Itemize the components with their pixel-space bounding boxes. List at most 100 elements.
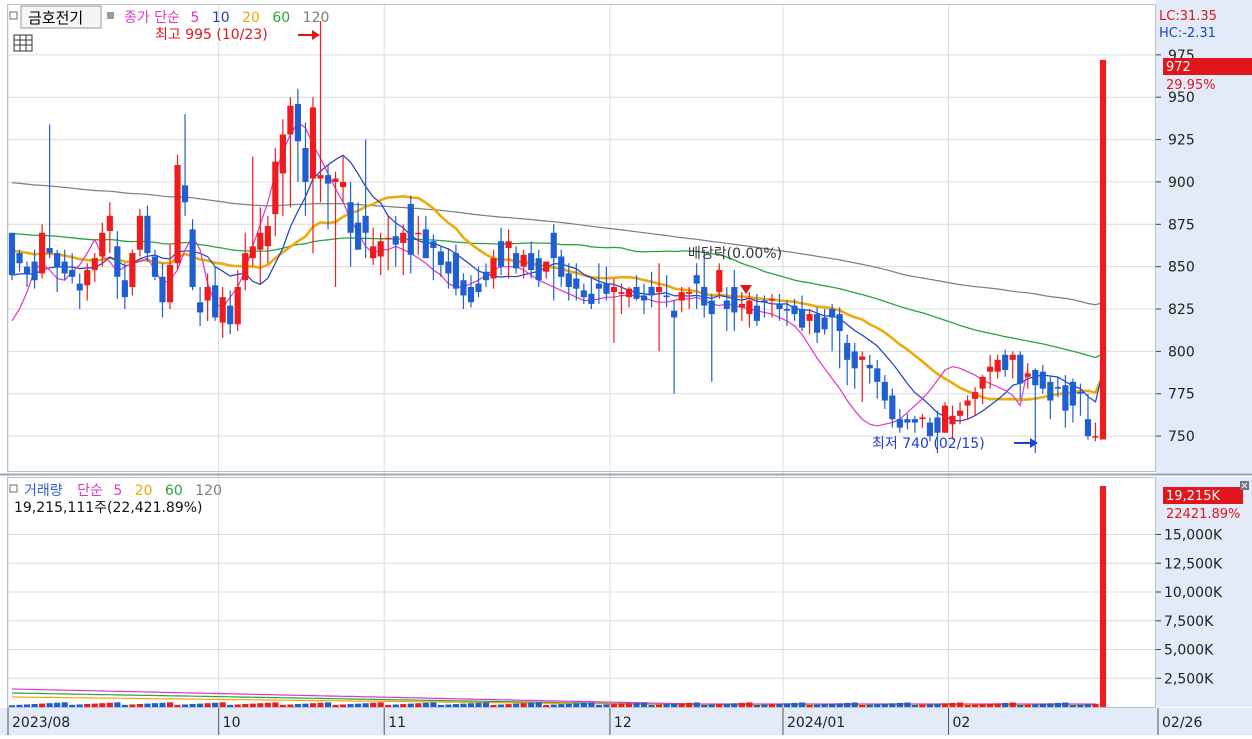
candle-body[interactable] — [482, 271, 490, 281]
candle-body[interactable] — [941, 405, 949, 433]
volume-bar[interactable] — [16, 704, 23, 707]
volume-bar[interactable] — [859, 705, 866, 707]
candle-body[interactable] — [791, 305, 798, 315]
volume-bar[interactable] — [881, 703, 888, 707]
candle-body[interactable] — [497, 241, 505, 267]
candle-body[interactable] — [31, 261, 38, 281]
candle-body[interactable] — [972, 392, 979, 399]
volume-bar[interactable] — [836, 703, 843, 707]
candle-body[interactable] — [106, 215, 113, 232]
volume-bar[interactable] — [23, 704, 31, 707]
volume-bar[interactable] — [663, 704, 670, 707]
candle-body[interactable] — [46, 248, 53, 254]
volume-bar[interactable] — [550, 704, 557, 707]
volume-bar[interactable] — [543, 704, 550, 707]
candle-body[interactable] — [565, 273, 572, 287]
candle-body[interactable] — [904, 419, 911, 423]
candle-body[interactable] — [1099, 59, 1107, 440]
candle-body[interactable] — [889, 395, 896, 420]
candle-body[interactable] — [580, 290, 587, 298]
candle-body[interactable] — [671, 310, 678, 318]
candle-body[interactable] — [693, 275, 700, 284]
candle-body[interactable] — [249, 246, 256, 259]
volume-collapse-icon[interactable] — [9, 484, 18, 493]
candle-body[interactable] — [813, 314, 821, 333]
volume-bar[interactable] — [385, 704, 392, 707]
volume-bar[interactable] — [513, 703, 520, 707]
volume-bar[interactable] — [347, 704, 354, 707]
candle-body[interactable] — [467, 286, 475, 303]
volume-bar[interactable] — [212, 702, 219, 707]
candle-body[interactable] — [8, 232, 16, 276]
candle-body[interactable] — [257, 232, 264, 250]
volume-bar[interactable] — [520, 703, 527, 707]
volume-bar[interactable] — [972, 704, 979, 707]
candle-body[interactable] — [212, 285, 219, 318]
volume-bar[interactable] — [889, 703, 896, 707]
volume-bar[interactable] — [400, 704, 407, 707]
candle-body[interactable] — [603, 283, 610, 294]
volume-bar[interactable] — [91, 703, 98, 707]
volume-bar[interactable] — [844, 702, 851, 707]
volume-bar[interactable] — [1047, 703, 1054, 707]
candle-body[interactable] — [844, 342, 851, 360]
candle-body[interactable] — [633, 286, 640, 299]
candle-body[interactable] — [370, 246, 377, 259]
volume-bar[interactable] — [84, 704, 91, 707]
candle-body[interactable] — [716, 270, 723, 293]
candle-body[interactable] — [595, 283, 602, 289]
volume-bar[interactable] — [61, 702, 68, 707]
candle-body[interactable] — [1077, 392, 1084, 394]
candle-body[interactable] — [317, 175, 324, 179]
candle-body[interactable] — [347, 202, 354, 233]
volume-bar[interactable] — [1099, 486, 1107, 707]
candle-body[interactable] — [738, 303, 745, 308]
volume-bar[interactable] — [467, 703, 475, 707]
volume-bar[interactable] — [422, 702, 429, 707]
candle-body[interactable] — [535, 258, 542, 281]
candle-body[interactable] — [377, 241, 384, 257]
candle-body[interactable] — [272, 161, 279, 215]
candle-body[interactable] — [994, 359, 1001, 372]
candle-body[interactable] — [197, 302, 204, 313]
volume-bar[interactable] — [821, 704, 828, 707]
candle-body[interactable] — [798, 309, 806, 328]
candle-body[interactable] — [987, 366, 994, 372]
volume-bar[interactable] — [287, 704, 294, 707]
candle-body[interactable] — [264, 225, 271, 247]
candle-body[interactable] — [445, 261, 452, 274]
volume-bar[interactable] — [242, 704, 249, 707]
volume-bar[interactable] — [339, 704, 347, 707]
candle-body[interactable] — [505, 241, 512, 249]
volume-bar[interactable] — [648, 704, 655, 707]
candle-body[interactable] — [836, 314, 843, 332]
candle-body[interactable] — [294, 103, 302, 142]
candle-body[interactable] — [979, 376, 986, 389]
candle-body[interactable] — [949, 415, 956, 425]
candle-body[interactable] — [1024, 373, 1031, 377]
volume-bar[interactable] — [1039, 703, 1046, 707]
candle-body[interactable] — [701, 286, 708, 306]
candle-body[interactable] — [866, 364, 873, 369]
candle-body[interactable] — [1009, 354, 1016, 360]
volume-bar[interactable] — [580, 702, 587, 707]
candle-body[interactable] — [874, 368, 881, 382]
volume-bar[interactable] — [121, 704, 128, 707]
candle-body[interactable] — [219, 297, 226, 323]
candle-body[interactable] — [543, 261, 550, 272]
candle-body[interactable] — [151, 256, 159, 277]
volume-bar[interactable] — [151, 703, 159, 707]
candle-body[interactable] — [618, 292, 625, 294]
volume-bar[interactable] — [987, 703, 994, 707]
candle-body[interactable] — [964, 400, 971, 406]
candle-body[interactable] — [934, 417, 941, 433]
candle-body[interactable] — [355, 222, 362, 250]
candle-body[interactable] — [189, 229, 196, 287]
volume-bar[interactable] — [234, 704, 241, 707]
candle-body[interactable] — [881, 381, 888, 401]
volume-bar[interactable] — [430, 702, 437, 707]
candle-body[interactable] — [1084, 419, 1092, 437]
volume-bar[interactable] — [640, 702, 648, 707]
volume-bar[interactable] — [588, 702, 595, 707]
volume-bar[interactable] — [445, 704, 452, 707]
